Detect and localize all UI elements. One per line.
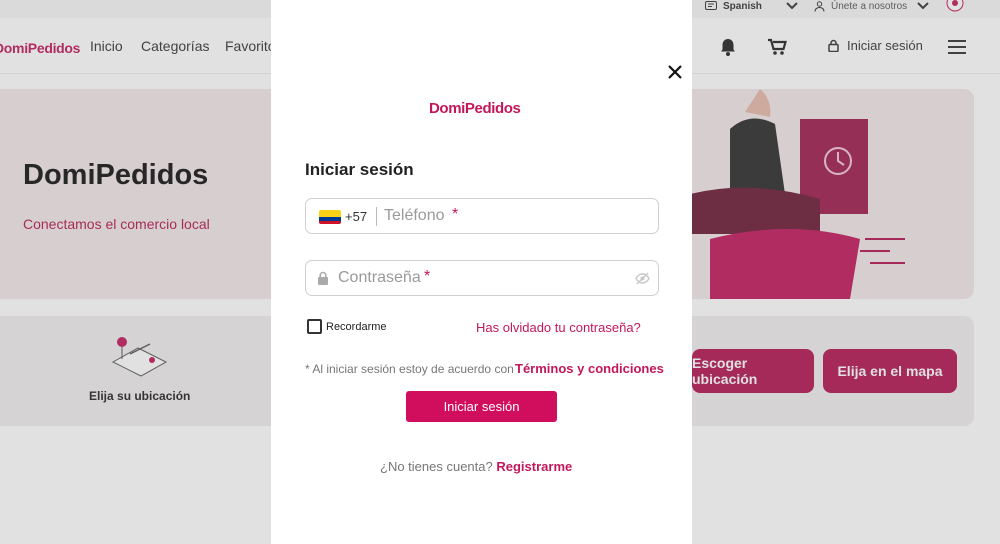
modal-title: Iniciar sesión [305,160,414,179]
login-submit-button[interactable]: Iniciar sesión [406,391,557,422]
phone-input[interactable] [384,205,644,227]
modal-logo-text: DomiPedidos [429,100,521,117]
field-divider [376,207,377,226]
phone-field: +57 * [305,198,659,234]
flag-colombia-icon[interactable] [319,210,341,224]
terms-link[interactable]: Términos y condiciones [515,361,664,376]
remember-me[interactable]: Recordarme [307,319,387,334]
signup-prompt: ¿No tienes cuenta? Registrarme [380,459,572,474]
dial-code[interactable]: +57 [345,209,367,224]
signup-link[interactable]: Registrarme [496,459,572,474]
remember-label: Recordarme [326,320,387,333]
login-modal: DomiPedidos Iniciar sesión +57 * * Recor… [271,0,692,544]
password-input[interactable] [338,267,628,289]
password-field: * [305,260,659,296]
modal-logo: DomiPedidos [429,100,521,117]
eye-off-icon[interactable] [635,272,650,285]
signup-text: ¿No tienes cuenta? [380,459,493,474]
forgot-password-link[interactable]: Has olvidado tu contraseña? [476,320,641,335]
terms-text: * Al iniciar sesión estoy de acuerdo con [305,362,514,376]
lock-icon [318,271,328,285]
remember-checkbox[interactable] [307,319,322,334]
close-icon[interactable] [667,64,683,80]
